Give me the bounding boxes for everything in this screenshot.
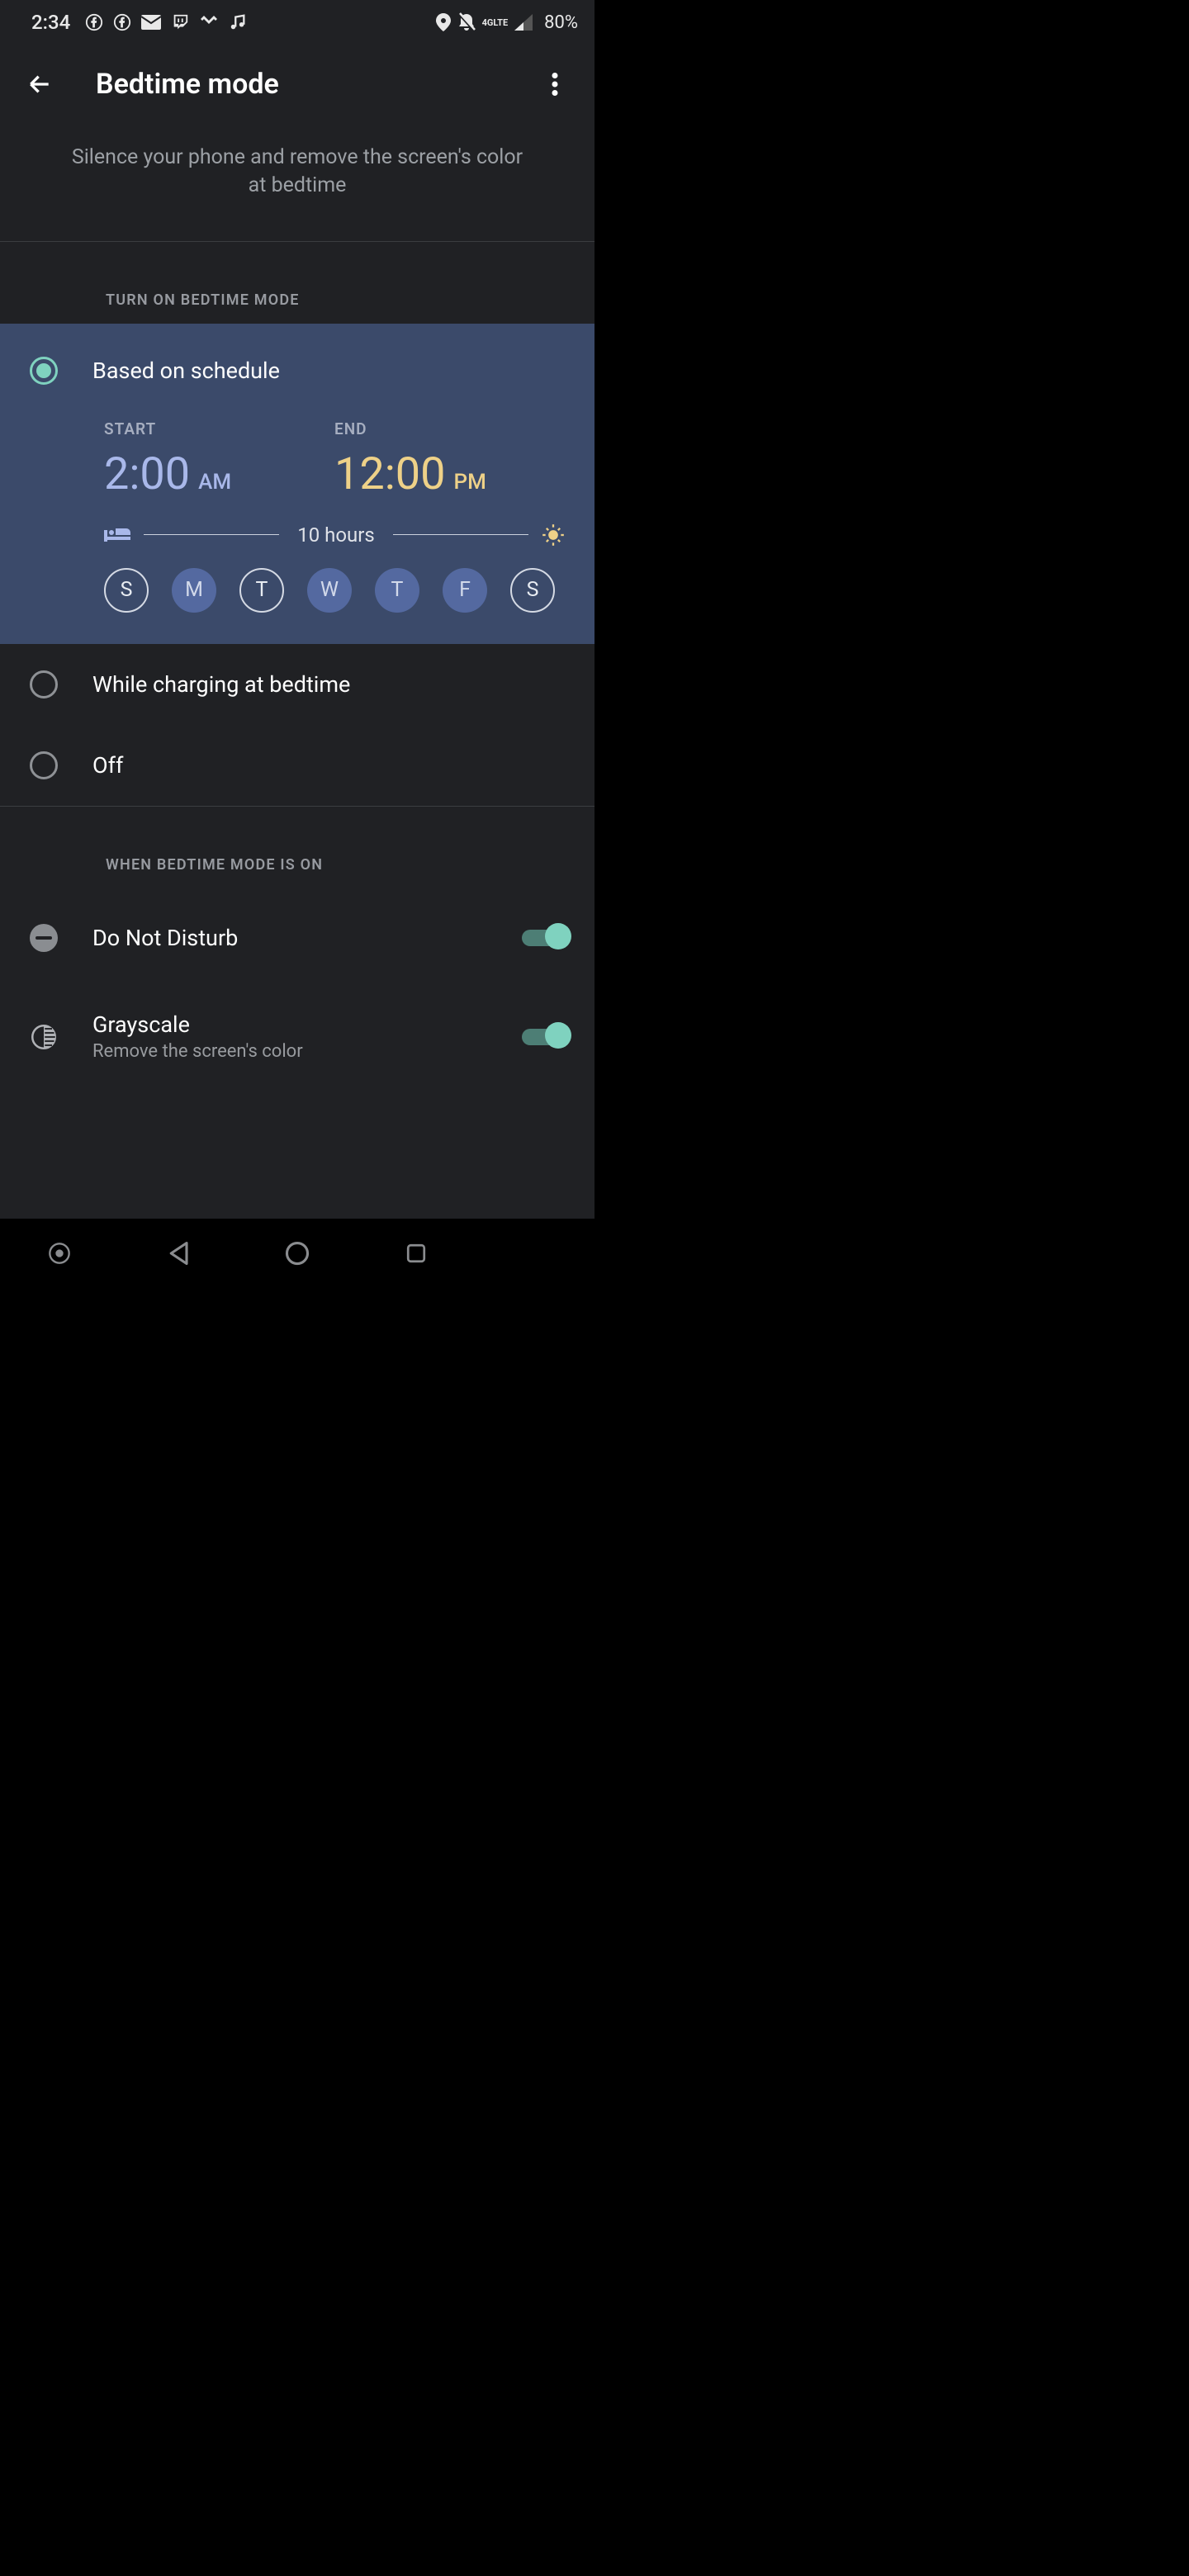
nav-home-button[interactable] (272, 1229, 322, 1278)
start-ampm: AM (198, 470, 231, 495)
duration-text: 10 hours (292, 523, 380, 547)
grayscale-icon (30, 1023, 58, 1051)
music-icon (229, 13, 247, 31)
option-charging-label: While charging at bedtime (92, 671, 350, 698)
setting-dnd[interactable]: Do Not Disturb (0, 888, 594, 987)
option-off[interactable]: Off (0, 725, 594, 806)
signal-icon (514, 14, 533, 31)
duration-row: 10 hours (30, 523, 565, 547)
section-when-on: WHEN BEDTIME MODE IS ON (0, 807, 594, 888)
battery-percent: 80% (544, 12, 578, 33)
end-time-picker[interactable]: END 12:00 PM (334, 419, 565, 500)
day-chip-2[interactable]: T (239, 568, 284, 613)
end-time: 12:00 (334, 448, 445, 500)
day-chip-4[interactable]: T (375, 568, 419, 613)
twitch-icon (171, 13, 189, 31)
option-schedule[interactable]: Based on schedule (30, 324, 565, 405)
grayscale-sub: Remove the screen's color (92, 1041, 487, 1062)
app-bar: Bedtime mode (0, 45, 594, 124)
dnd-icon (30, 924, 58, 952)
section-turn-on: TURN ON BEDTIME MODE (0, 242, 594, 324)
grayscale-title: Grayscale (92, 1011, 487, 1038)
mail-icon (141, 15, 161, 30)
option-charging[interactable]: While charging at bedtime (0, 644, 594, 725)
nav-back-button[interactable] (154, 1229, 203, 1278)
dnd-status-icon (457, 12, 476, 32)
grayscale-toggle[interactable] (522, 1029, 565, 1045)
status-time: 2:34 (31, 11, 70, 34)
page-subtitle: Silence your phone and remove the screen… (0, 124, 594, 241)
nav-assistant-button[interactable] (35, 1229, 84, 1278)
radio-off[interactable] (30, 751, 58, 779)
setting-grayscale[interactable]: Grayscale Remove the screen's color (0, 987, 594, 1087)
facebook-icon (85, 13, 103, 31)
bed-icon (104, 527, 130, 543)
end-label: END (334, 419, 565, 438)
status-bar: 2:34 4GLTE 80% (0, 0, 594, 45)
end-ampm: PM (453, 470, 486, 495)
nav-recent-button[interactable] (391, 1229, 441, 1278)
page-title: Bedtime mode (96, 68, 535, 101)
schedule-panel: Based on schedule START 2:00 AM END 12:0… (0, 324, 594, 644)
option-schedule-label: Based on schedule (92, 358, 280, 384)
day-chip-1[interactable]: M (172, 568, 216, 613)
start-time-picker[interactable]: START 2:00 AM (104, 419, 334, 500)
back-button[interactable] (20, 64, 59, 104)
dnd-title: Do Not Disturb (92, 925, 487, 951)
day-chip-0[interactable]: S (104, 568, 149, 613)
sun-icon (542, 523, 565, 547)
days-row: SMTWTFS (30, 568, 565, 613)
day-chip-3[interactable]: W (307, 568, 352, 613)
dnd-toggle[interactable] (522, 930, 565, 946)
radio-charging[interactable] (30, 670, 58, 698)
facebook-icon-2 (113, 13, 131, 31)
location-icon (436, 13, 451, 31)
overflow-menu-button[interactable] (535, 64, 575, 104)
data-icon: 4GLTE (482, 18, 509, 27)
radio-schedule[interactable] (30, 357, 58, 385)
start-time: 2:00 (104, 448, 190, 500)
day-chip-6[interactable]: S (510, 568, 555, 613)
start-label: START (104, 419, 334, 438)
nav-bar (0, 1219, 594, 1288)
day-chip-5[interactable]: F (443, 568, 487, 613)
option-off-label: Off (92, 752, 123, 779)
missed-call-icon (199, 14, 219, 31)
